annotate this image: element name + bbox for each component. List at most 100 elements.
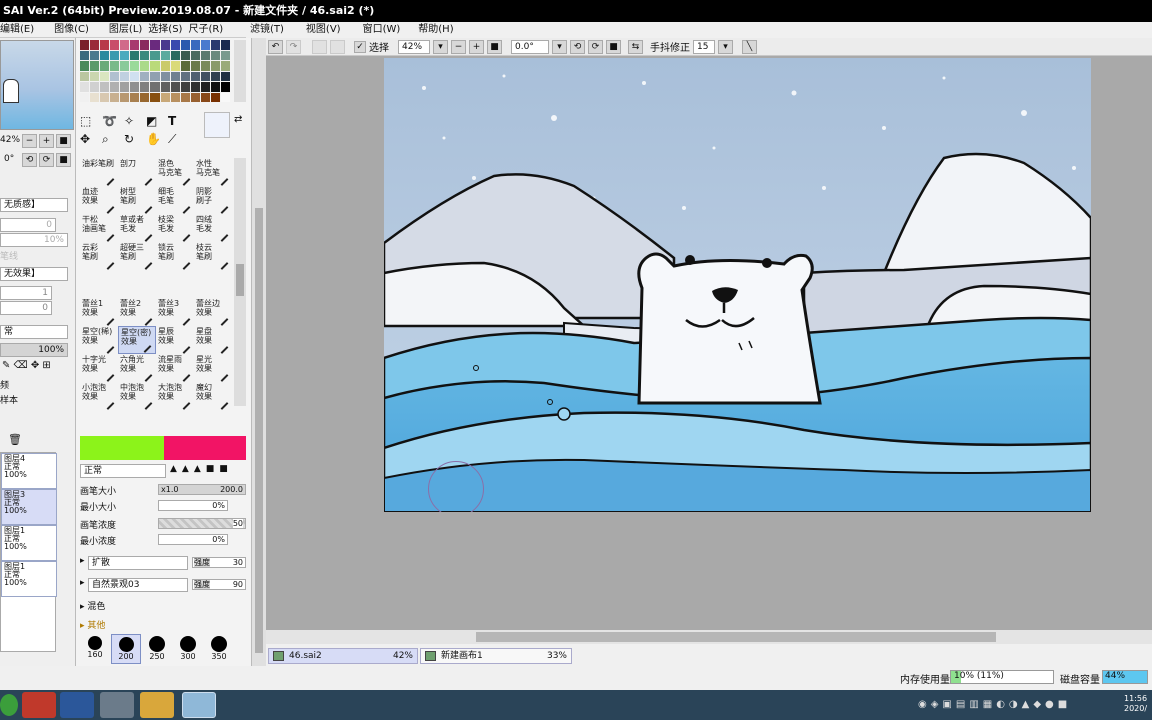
brush-preset[interactable]: 超硬三 笔刷 bbox=[118, 242, 156, 270]
color-swatch[interactable] bbox=[150, 82, 160, 92]
nav-zoom-in-button[interactable]: + bbox=[39, 134, 54, 148]
current-color-preview[interactable] bbox=[204, 112, 230, 138]
color-swatch[interactable] bbox=[200, 40, 210, 50]
other-section[interactable]: ▸ 其他 bbox=[80, 618, 105, 631]
color-swatch[interactable] bbox=[90, 61, 100, 71]
brush-preset[interactable]: 锁云 笔刷 bbox=[156, 242, 194, 270]
color-swatch[interactable] bbox=[220, 92, 230, 102]
color-swatch[interactable] bbox=[170, 40, 180, 50]
taskbar-app-browser-icon[interactable] bbox=[22, 692, 56, 718]
color-swatch[interactable] bbox=[180, 50, 190, 60]
brush-preset[interactable]: 六角光 效果 bbox=[118, 354, 156, 382]
color-swatch[interactable] bbox=[120, 82, 130, 92]
color-swatch[interactable] bbox=[80, 50, 90, 60]
color-swatch[interactable] bbox=[170, 61, 180, 71]
brush-preset[interactable]: 血迹 效果 bbox=[80, 186, 118, 214]
color-swatch[interactable] bbox=[180, 92, 190, 102]
color-swatch[interactable] bbox=[100, 82, 110, 92]
color-swatch[interactable] bbox=[90, 50, 100, 60]
magic-wand-icon[interactable]: ✧ bbox=[124, 114, 146, 128]
canvas-h-scrollbar[interactable] bbox=[266, 630, 1152, 644]
color-swatch[interactable] bbox=[100, 61, 110, 71]
swap-colors-icon[interactable]: ⇄ bbox=[234, 114, 242, 125]
color-swatch[interactable] bbox=[130, 40, 140, 50]
color-swatch[interactable] bbox=[150, 92, 160, 102]
brush-preset[interactable]: 星光 效果 bbox=[194, 354, 232, 382]
rotate-icon[interactable]: ↻ bbox=[124, 132, 146, 147]
brush-blend-select[interactable]: 正常 bbox=[80, 464, 166, 478]
brush-size-preset[interactable]: 160 bbox=[80, 634, 110, 664]
move-icon[interactable]: ✥ bbox=[80, 132, 102, 147]
color-swatch[interactable] bbox=[190, 50, 200, 60]
brush-preset[interactable]: 流星雨 效果 bbox=[156, 354, 194, 382]
min-density-slider[interactable]: 0% bbox=[158, 534, 228, 545]
brush-preset[interactable]: 中泡泡 效果 bbox=[118, 382, 156, 410]
zoom-in-button[interactable]: + bbox=[469, 39, 484, 54]
color-swatch[interactable] bbox=[110, 92, 120, 102]
color-swatch[interactable] bbox=[160, 40, 170, 50]
color-swatch[interactable] bbox=[150, 40, 160, 50]
navigator-thumbnail[interactable] bbox=[0, 40, 74, 130]
rotation-dropdown-icon[interactable]: ▾ bbox=[552, 39, 567, 54]
color-swatch[interactable] bbox=[210, 71, 220, 81]
color-swatch[interactable] bbox=[170, 50, 180, 60]
color-swatch[interactable] bbox=[90, 40, 100, 50]
color-swatch[interactable] bbox=[130, 71, 140, 81]
color-swatch[interactable] bbox=[200, 82, 210, 92]
canvas-area[interactable] bbox=[266, 56, 1152, 630]
color-swatch[interactable] bbox=[190, 92, 200, 102]
color-swatch[interactable] bbox=[110, 71, 120, 81]
tool-panel-scrollbar[interactable] bbox=[252, 38, 266, 690]
brush-preset[interactable]: 大泡泡 效果 bbox=[156, 382, 194, 410]
color-swatch[interactable] bbox=[180, 71, 190, 81]
color-swatch[interactable] bbox=[210, 40, 220, 50]
brush-preset[interactable]: 剖刀 bbox=[118, 158, 156, 186]
color-swatch[interactable] bbox=[130, 61, 140, 71]
taskbar-app-word-icon[interactable] bbox=[60, 692, 94, 718]
secondary-color-bar[interactable] bbox=[164, 436, 246, 460]
layer-item[interactable]: 图层1 正常 100% bbox=[1, 561, 57, 597]
menu-help[interactable]: 帮助(H) bbox=[408, 22, 461, 38]
color-swatch[interactable] bbox=[220, 50, 230, 60]
brush-size-slider[interactable]: x1.0 200.0 bbox=[158, 484, 246, 495]
color-swatch[interactable] bbox=[140, 61, 150, 71]
brush-preset[interactable]: 星辰 效果 bbox=[156, 326, 194, 354]
zoom-reset-button[interactable]: ■ bbox=[487, 39, 502, 54]
menu-layer[interactable]: 图层(L) bbox=[109, 22, 148, 37]
color-swatch[interactable] bbox=[160, 92, 170, 102]
diffuse-strength-slider[interactable]: 强度 30 bbox=[192, 557, 246, 568]
color-swatch[interactable] bbox=[160, 50, 170, 60]
bucket-icon[interactable]: ◩ bbox=[146, 114, 168, 128]
brush-preset[interactable]: 蕾丝3 效果 bbox=[156, 298, 194, 326]
color-swatch[interactable] bbox=[170, 82, 180, 92]
rotate-right-button[interactable]: ⟳ bbox=[588, 39, 603, 54]
zoom-dropdown-icon[interactable]: ▾ bbox=[433, 39, 448, 54]
color-swatch[interactable] bbox=[100, 50, 110, 60]
layer-item[interactable]: 图层4 正常 100% bbox=[1, 453, 57, 489]
brush-size-preset[interactable]: 250 bbox=[142, 634, 172, 664]
color-swatch[interactable] bbox=[150, 71, 160, 81]
brush-preset[interactable]: 星空(密) 效果 bbox=[118, 326, 156, 354]
color-swatch[interactable] bbox=[100, 92, 110, 102]
color-swatch[interactable] bbox=[130, 50, 140, 60]
nav-rotate-left-button[interactable]: ⟲ bbox=[22, 153, 37, 167]
color-swatch[interactable] bbox=[80, 92, 90, 102]
color-swatch[interactable] bbox=[140, 82, 150, 92]
color-swatch[interactable] bbox=[220, 40, 230, 50]
color-swatch[interactable] bbox=[120, 40, 130, 50]
diffuse-select[interactable]: 扩散 bbox=[88, 556, 188, 570]
brush-preset[interactable]: 水性 马克笔 bbox=[194, 158, 232, 186]
taskbar-app-window-icon[interactable] bbox=[100, 692, 134, 718]
color-swatch[interactable] bbox=[110, 40, 120, 50]
color-swatch[interactable] bbox=[130, 82, 140, 92]
value-field-2[interactable]: 10% bbox=[0, 233, 68, 247]
start-button[interactable] bbox=[0, 694, 18, 716]
zoom-field[interactable]: 42% bbox=[398, 39, 430, 54]
menu-image[interactable]: 图像(C) bbox=[54, 22, 95, 37]
texture-strength-slider[interactable]: 强度 90 bbox=[192, 579, 246, 590]
menu-view[interactable]: 视图(V) bbox=[292, 22, 349, 38]
color-swatch[interactable] bbox=[120, 71, 130, 81]
color-swatch[interactable] bbox=[80, 61, 90, 71]
brush-preset[interactable]: 油彩笔刷 bbox=[80, 158, 118, 186]
menu-edit[interactable]: 编辑(E) bbox=[0, 22, 40, 37]
